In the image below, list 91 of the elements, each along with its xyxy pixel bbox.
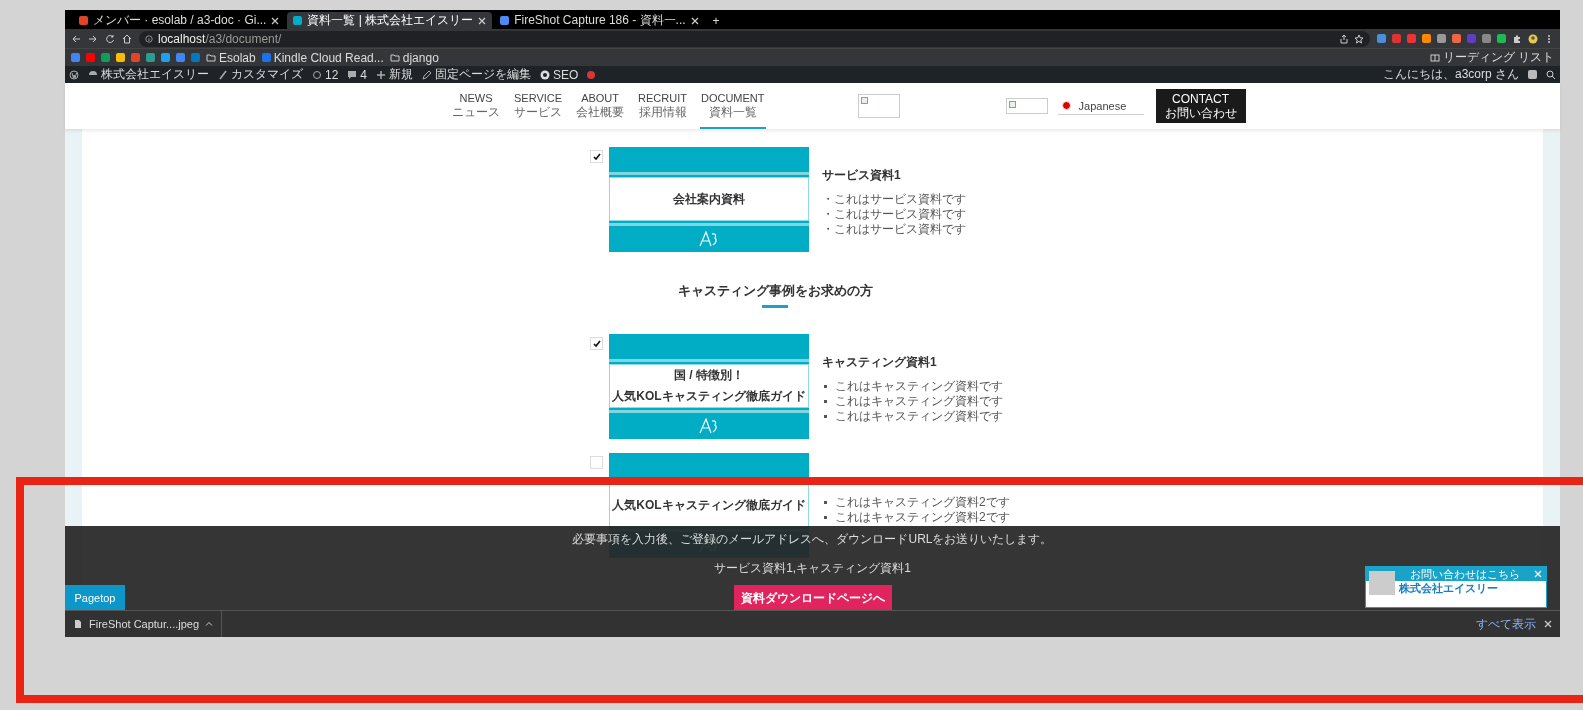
document-point: これはキャスティング資料2です	[835, 495, 1010, 510]
notification-badge	[587, 70, 596, 79]
bullet-icon	[824, 400, 827, 403]
checkbox[interactable]	[590, 456, 603, 469]
admin-seo-link[interactable]: SEO	[540, 67, 579, 82]
folder-icon	[389, 52, 400, 63]
broken-image-icon	[1008, 101, 1016, 108]
document-point: ・これはサービス資料です	[822, 207, 966, 222]
nav-link[interactable]: ABOUT 会社概要	[575, 83, 626, 129]
admin-greeting[interactable]: こんにちは、a3corp さん	[1382, 66, 1519, 83]
browser-tab[interactable]: FireShot Capture 186 - 資料一...	[494, 12, 705, 29]
folder-icon	[206, 52, 216, 63]
avatar-placeholder	[1369, 570, 1395, 595]
new-tab-button[interactable]: +	[706, 14, 726, 29]
section-heading: キャスティング事例をお求めの方	[677, 282, 873, 300]
reload-icon[interactable]	[105, 33, 115, 44]
checkbox[interactable]	[590, 337, 603, 350]
thumbnail-caption: 国 / 特徴別！	[674, 367, 744, 384]
checkmark-icon	[592, 152, 601, 161]
address-bar[interactable]: localhost/a3/document/	[139, 30, 1370, 47]
document-point: ・これはサービス資料です	[822, 192, 966, 207]
close-icon[interactable]	[690, 16, 699, 25]
user-avatar-icon[interactable]	[1528, 70, 1537, 79]
star-icon[interactable]	[1354, 33, 1364, 44]
download-item[interactable]: FireShot Captur....jpeg	[73, 611, 223, 637]
forward-arrow-icon[interactable]	[88, 33, 98, 44]
admin-new-link[interactable]: 新規	[376, 66, 414, 83]
document-title: サービス資料1	[822, 167, 902, 184]
document-point: これはキャスティング資料です	[835, 379, 1003, 394]
nav-link[interactable]: NEWS ニュース	[451, 83, 501, 129]
bookmark-link[interactable]: django	[389, 50, 439, 65]
profile-avatar-icon[interactable]	[1528, 33, 1538, 44]
logo-icon	[699, 418, 719, 434]
book-icon	[1429, 52, 1440, 63]
seo-icon	[540, 69, 551, 80]
kindle-icon	[261, 53, 271, 62]
close-icon[interactable]	[1544, 620, 1552, 628]
reading-list-link[interactable]: リーディング リスト	[1429, 49, 1554, 66]
document-point: これはキャスティング資料です	[835, 409, 1003, 424]
bookmark-link[interactable]: Esolab	[206, 50, 256, 65]
admin-updates-link[interactable]: 12	[312, 67, 339, 82]
heading-underline	[762, 305, 788, 308]
browser-tab[interactable]: メンバー · esolab / a3-doc · Gi...	[73, 12, 286, 29]
admin-site-link[interactable]: 株式会社エイスリー	[88, 66, 209, 83]
flag-icon	[1061, 101, 1071, 110]
contact-button[interactable]: CONTACT お問い合わせ	[1155, 89, 1246, 123]
selected-documents: サービス資料1,キャスティング資料1	[714, 560, 911, 577]
show-all-link[interactable]: すべて表示	[1476, 615, 1536, 633]
browser-tab[interactable]: 資料一覧 | 株式会社エイスリー	[287, 12, 493, 29]
logo-icon	[699, 231, 719, 247]
document-point: これはキャスティング資料です	[835, 394, 1003, 409]
document-point: ・これはサービス資料です	[822, 222, 966, 237]
checkbox[interactable]	[590, 150, 603, 163]
favicon-icon	[500, 16, 510, 25]
broken-image-icon	[860, 97, 868, 104]
language-select[interactable]: Japanese	[1057, 97, 1144, 115]
caret-icon[interactable]	[205, 620, 214, 628]
document-title: キャスティング資料1	[822, 354, 938, 371]
puzzle-icon[interactable]	[1512, 33, 1522, 44]
favicon-icon	[79, 16, 88, 25]
back-arrow-icon[interactable]	[71, 33, 81, 44]
home-icon[interactable]	[122, 33, 132, 44]
search-icon[interactable]	[1546, 69, 1556, 80]
bullet-icon	[824, 516, 827, 519]
nav-link[interactable]: SERVICE サービス	[513, 83, 564, 129]
plus-icon	[376, 69, 387, 80]
admin-comments-link[interactable]: 4	[347, 67, 368, 82]
checkmark-icon	[592, 339, 601, 348]
chat-company: 株式会社エイスリー	[1399, 581, 1498, 596]
bullet-icon	[824, 385, 827, 388]
admin-customize-link[interactable]: カスタマイズ	[218, 66, 303, 83]
bookmark-link[interactable]: Kindle Cloud Read...	[261, 50, 384, 65]
file-icon	[73, 619, 83, 629]
pencil-icon	[422, 69, 433, 80]
document-point: これはキャスティング資料2です	[835, 510, 1010, 525]
close-icon[interactable]	[271, 16, 280, 25]
close-icon[interactable]	[478, 16, 487, 25]
bullet-icon	[824, 501, 827, 504]
favicon-icon	[293, 16, 303, 25]
thumbnail-caption: 人気KOLキャスティング徹底ガイド	[612, 496, 806, 514]
wordpress-logo-icon[interactable]	[69, 69, 79, 80]
comment-icon	[347, 69, 358, 80]
info-icon	[145, 34, 153, 43]
nav-link[interactable]: RECRUIT 採用情報	[637, 83, 688, 129]
bullet-icon	[824, 415, 827, 418]
share-icon[interactable]	[1339, 33, 1349, 44]
panel-message: 必要事項を入力後、ご登録のメールアドレスへ、ダウンロードURLをお送りいたします。	[572, 531, 1053, 548]
thumbnail-caption: 人気KOLキャスティング徹底ガイド	[612, 388, 806, 405]
thumbnail-caption: 会社案内資料	[673, 190, 745, 208]
download-page-button[interactable]: 資料ダウンロードページへ	[733, 585, 892, 610]
admin-edit-link[interactable]: 固定ページを編集	[422, 66, 532, 83]
